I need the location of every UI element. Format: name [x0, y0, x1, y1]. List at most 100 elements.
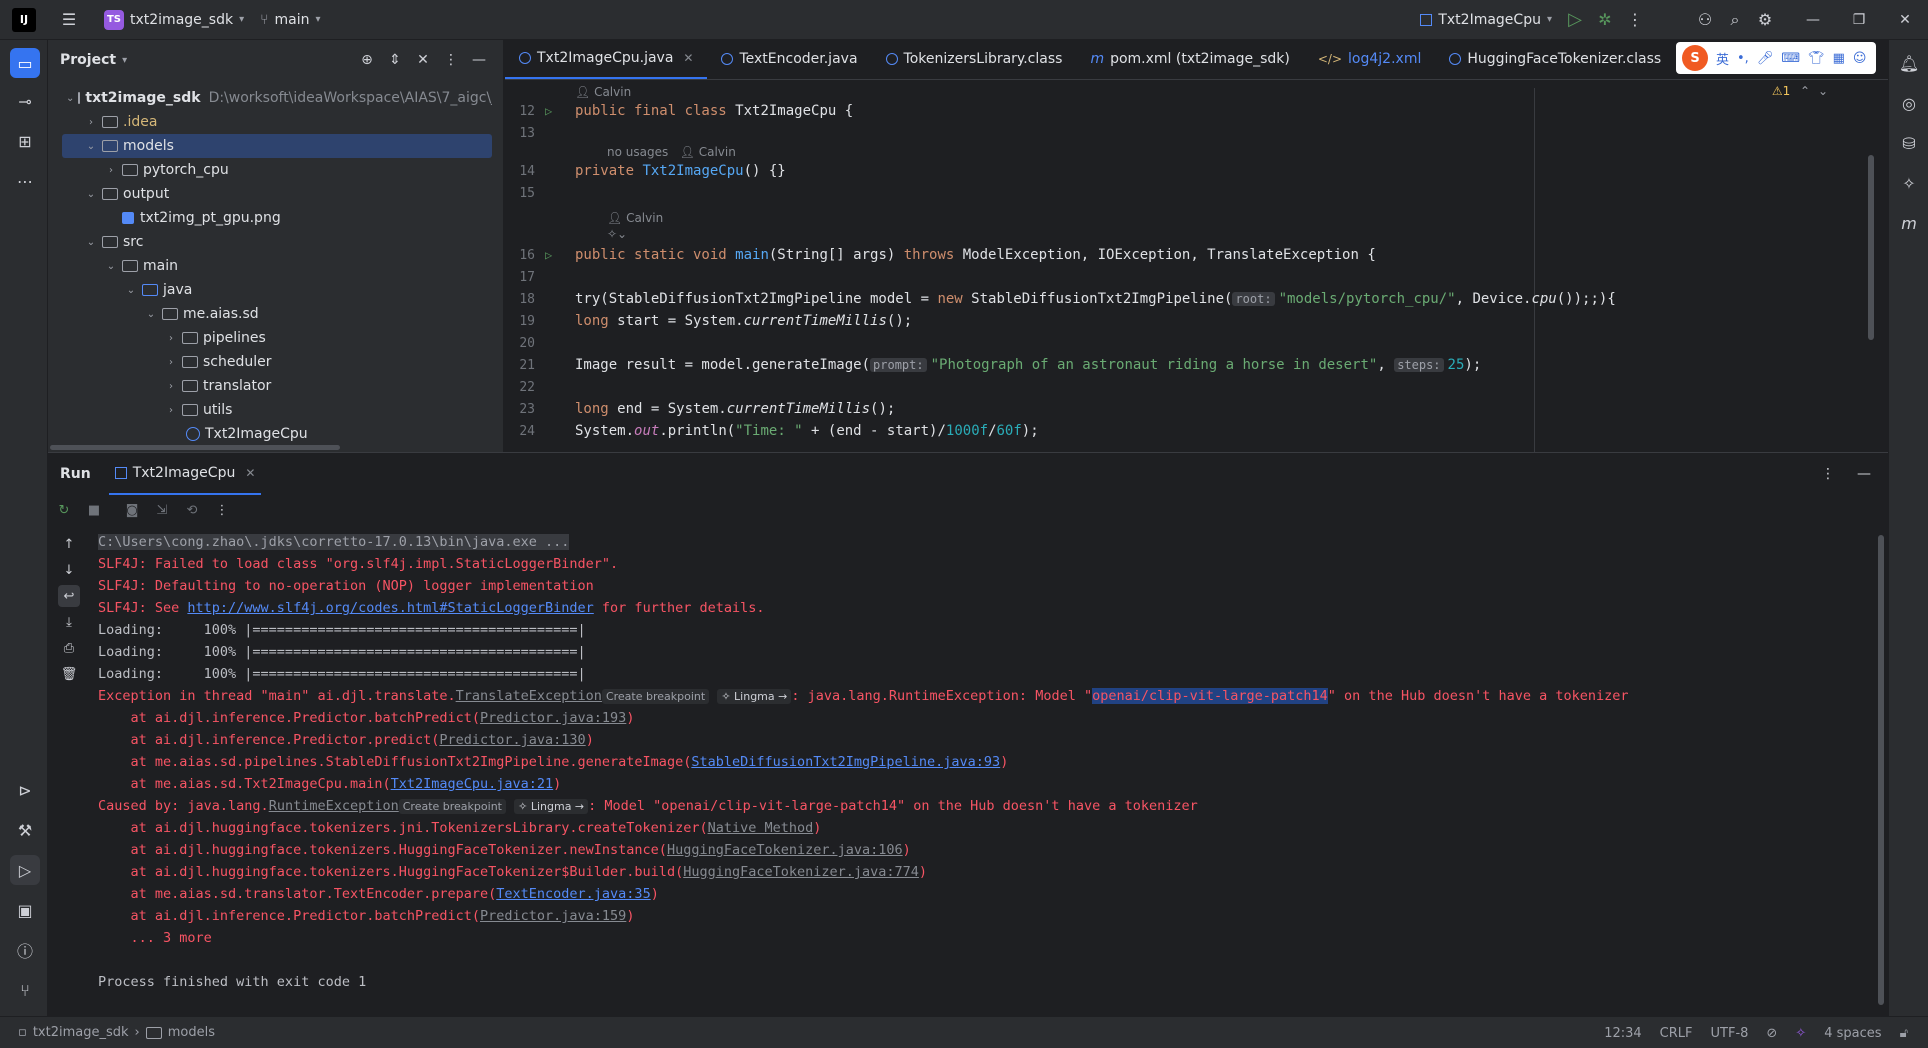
toolbox-icon[interactable]: ▦	[1833, 51, 1845, 66]
slf4j-link[interactable]: http://www.slf4j.org/codes.html#StaticLo…	[187, 600, 593, 616]
close-icon[interactable]: ✕	[683, 51, 693, 65]
readonly-toggle-icon[interactable]: ⊘	[1766, 1026, 1777, 1041]
code-line-15[interactable]: 15	[505, 182, 1845, 204]
code-line-16[interactable]: 16 ▷ public static void main (String[] arg…	[505, 244, 1845, 266]
code-line-18[interactable]: 18 try(StableDiffusionTxt2ImgPipeline mo…	[505, 288, 1845, 310]
run-tab[interactable]: Txt2ImageCpu ✕	[108, 453, 262, 495]
git-tool-icon[interactable]: ⑂	[10, 975, 40, 1005]
lingma-icon[interactable]: ✧	[1894, 168, 1924, 198]
close-icon[interactable]: ✕	[245, 466, 255, 480]
tree-item-models[interactable]: ⌄ models	[62, 134, 492, 158]
options-icon[interactable]: ⋮	[439, 48, 463, 72]
create-breakpoint-button[interactable]: Create breakpoint	[398, 799, 506, 814]
minimize-button[interactable]: —	[1790, 0, 1836, 40]
soft-wrap-icon[interactable]: ↩	[58, 585, 80, 607]
terminal-tool-icon[interactable]: ▣	[10, 895, 40, 925]
microphone-icon[interactable]: 🎤︎	[1757, 51, 1774, 66]
code-line-20[interactable]: 20	[505, 332, 1845, 354]
tree-item-translator[interactable]: › translator	[62, 374, 492, 398]
ime-language[interactable]: 英	[1716, 49, 1729, 68]
code-line-17[interactable]: 17	[505, 266, 1845, 288]
more-actions-icon[interactable]: ⋮	[1620, 5, 1650, 35]
tab-textencoder[interactable]: TextEncoder.java	[707, 39, 871, 79]
project-selector[interactable]: TS txt2image_sdk ▾	[96, 6, 252, 34]
export-icon[interactable]: ⇲	[152, 500, 172, 520]
lock-icon[interactable]: 🔓︎	[1900, 1026, 1908, 1041]
problems-tool-icon[interactable]: ⓘ	[10, 935, 40, 965]
source-link[interactable]: StableDiffusionTxt2ImgPipeline.java:93	[691, 754, 1000, 770]
tab-pom[interactable]: m pom.xml (txt2image_sdk)	[1076, 39, 1303, 79]
main-menu-icon[interactable]: ☰	[54, 5, 84, 35]
run-icon[interactable]: ▷	[1560, 5, 1590, 35]
create-breakpoint-button[interactable]: Create breakpoint	[601, 689, 710, 704]
run-tool-icon[interactable]: ▷	[10, 855, 40, 885]
branch-selector[interactable]: ⑂ main ▾	[252, 6, 328, 34]
punctuation-icon[interactable]: •,	[1737, 51, 1749, 66]
source-link[interactable]: Predictor.java:159	[480, 908, 626, 924]
avatar-icon[interactable]: ☺	[1853, 51, 1867, 66]
close-window-button[interactable]: ✕	[1882, 0, 1928, 40]
arrow-down-icon[interactable]: ↓	[58, 559, 80, 581]
expand-collapse-icon[interactable]: ⇕	[383, 48, 407, 72]
tree-item-main[interactable]: ⌄ main	[62, 254, 492, 278]
tree-item-utils[interactable]: › utils	[62, 398, 492, 422]
debug-icon[interactable]: ✲	[1590, 5, 1620, 35]
tree-item-idea[interactable]: › .idea	[62, 110, 492, 134]
tree-item-scheduler[interactable]: › scheduler	[62, 350, 492, 374]
exception-class-link[interactable]: RuntimeException	[269, 798, 399, 814]
tab-huggingfacetokenizer[interactable]: HuggingFaceTokenizer.class	[1435, 39, 1675, 79]
hide-panel-icon[interactable]: —	[467, 48, 491, 72]
scroll-to-end-icon[interactable]: ⤓	[58, 611, 80, 633]
tree-item-src[interactable]: ⌄ src	[62, 230, 492, 254]
settings-gear-icon[interactable]: ⚙	[1750, 5, 1780, 35]
more-actions-icon[interactable]: ⋮	[212, 500, 232, 520]
tree-item-java[interactable]: ⌄ java	[62, 278, 492, 302]
code-line-13[interactable]: 13	[505, 122, 1845, 144]
screenshot-icon[interactable]: ◙	[122, 500, 142, 520]
console-scrollbar[interactable]	[1878, 535, 1884, 1005]
project-tool-icon[interactable]: ▭	[10, 48, 40, 78]
trash-icon[interactable]: 🗑︎	[58, 663, 80, 685]
arrow-up-icon[interactable]: ↑	[58, 533, 80, 555]
tree-item-pipelines[interactable]: › pipelines	[62, 326, 492, 350]
code-line-21[interactable]: 21 Image result = model.generateImage(pr…	[505, 354, 1845, 376]
rerun-icon[interactable]: ↻	[54, 500, 74, 520]
run-config-selector[interactable]: Txt2ImageCpu ▾	[1412, 6, 1560, 34]
breadcrumb-folder[interactable]: models	[168, 1025, 215, 1040]
code-line-14[interactable]: 14 private Txt2ImageCpu() {}	[505, 160, 1845, 182]
tree-item-pytorch-cpu[interactable]: › pytorch_cpu	[62, 158, 492, 182]
editor-scrollbar[interactable]	[1868, 155, 1874, 340]
ime-toolbar[interactable]: S 英 •, 🎤︎ ⌨ 👕︎ ▦ ☺	[1676, 42, 1876, 74]
maven-icon[interactable]: m	[1894, 208, 1924, 238]
add-user-icon[interactable]: ⚇	[1690, 5, 1720, 35]
services-tool-icon[interactable]: ⊳	[10, 775, 40, 805]
commit-tool-icon[interactable]: ⊸	[10, 86, 40, 116]
options-icon[interactable]: ⋮	[1816, 462, 1840, 486]
more-tools-icon[interactable]: ⋯	[10, 166, 40, 196]
restore-layout-icon[interactable]: ⟲	[182, 500, 202, 520]
restore-button[interactable]: ❐	[1836, 0, 1882, 40]
keyboard-icon[interactable]: ⌨	[1781, 51, 1800, 66]
console-output[interactable]: C:\Users\cong.zhao\.jdks\corretto-17.0.1…	[98, 531, 1838, 1007]
tree-item-output[interactable]: ⌄ output	[62, 182, 492, 206]
indent-setting[interactable]: 4 spaces	[1824, 1026, 1881, 1041]
tab-log4j2[interactable]: </> log4j2.xml	[1304, 39, 1435, 79]
horizontal-scrollbar[interactable]	[50, 445, 340, 450]
source-link[interactable]: TextEncoder.java:35	[496, 886, 650, 902]
tree-item-package[interactable]: ⌄ me.aias.sd	[62, 302, 492, 326]
tree-item-png[interactable]: txt2img_pt_gpu.png	[62, 206, 492, 230]
code-line-19[interactable]: 19 long start = System. currentTimeMillis…	[505, 310, 1845, 332]
chevron-down-icon[interactable]: ▾	[122, 55, 127, 66]
exception-class-link[interactable]: TranslateException	[456, 688, 602, 704]
ai-assistant-icon[interactable]: ◎	[1894, 88, 1924, 118]
code-line-22[interactable]: 22	[505, 376, 1845, 398]
run-gutter-icon[interactable]: ▷	[535, 104, 575, 118]
print-icon[interactable]: ⎙	[58, 637, 80, 659]
lingma-button[interactable]: ✧ Lingma →	[717, 689, 792, 704]
stop-icon[interactable]: ■	[84, 500, 104, 520]
source-link[interactable]: Predictor.java:130	[439, 732, 585, 748]
locate-file-icon[interactable]: ⊕	[355, 48, 379, 72]
run-gutter-icon[interactable]: ▷	[535, 248, 575, 262]
skin-icon[interactable]: 👕︎	[1808, 51, 1825, 66]
code-line-23[interactable]: 23 long end = System. currentTimeMillis()…	[505, 398, 1845, 420]
